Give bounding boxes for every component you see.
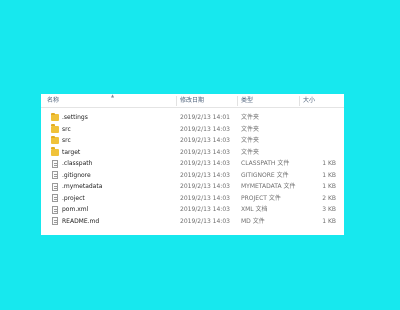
column-header-bar: ▲ 名称 修改日期 类型 大小 [41,93,344,108]
sort-caret-icon: ▲ [111,93,115,98]
file-explorer-window: ▲ 名称 修改日期 类型 大小 .settings 2019/2/13 14:0… [41,93,344,235]
file-type: 文件夹 [241,137,260,144]
file-row[interactable]: README.md 2019/2/13 14:03 MD 文件 1 KB [41,216,344,228]
file-date: 2019/2/13 14:03 [180,160,230,167]
column-divider[interactable] [237,96,238,106]
file-size: 3 KB [322,206,336,213]
file-icon [52,182,58,191]
file-name: target [62,148,81,156]
file-type: MD 文件 [241,217,265,225]
column-size-header[interactable]: 大小 [303,94,315,107]
file-date: 2019/2/13 14:03 [180,137,230,144]
file-size: 2 KB [322,194,336,202]
file-type: MYMETADATA 文件 [241,183,296,190]
file-name: .classpath [62,160,93,167]
file-type: 文件夹 [241,114,260,121]
file-row[interactable]: .settings 2019/2/13 14:01 文件夹 [41,112,344,124]
file-name: .gitignore [62,171,91,179]
file-row[interactable]: pom.xml 2019/2/13 14:03 XML 文档 3 KB [41,204,344,216]
column-size-label: 大小 [303,97,316,104]
file-name: .settings [62,114,88,121]
file-date: 2019/2/13 14:03 [180,125,230,133]
file-row[interactable]: .project 2019/2/13 14:03 PROJECT 文件 2 KB [41,193,344,205]
file-size: 1 KB [322,160,336,167]
file-row[interactable]: target 2019/2/13 14:03 文件夹 [41,147,344,159]
file-row[interactable]: .mymetadata 2019/2/13 14:03 MYMETADATA 文… [41,181,344,193]
file-name: src [62,125,71,133]
column-divider[interactable] [299,96,300,106]
folder-icon [51,135,59,144]
file-icon [52,171,58,179]
file-date: 2019/2/13 14:03 [180,217,230,225]
column-name-label: 名称 [47,97,60,104]
file-type: 文件夹 [241,125,260,133]
file-name: pom.xml [62,206,89,213]
folder-icon [51,147,59,156]
file-date: 2019/2/13 14:03 [180,183,230,190]
file-row[interactable]: src 2019/2/13 14:03 文件夹 [41,124,344,136]
file-list: .settings 2019/2/13 14:01 文件夹 src 2019/2… [41,112,344,227]
file-type: 文件夹 [241,148,260,156]
file-size: 1 KB [322,183,336,190]
file-row[interactable]: src 2019/2/13 14:03 文件夹 [41,135,344,147]
file-type: GITIGNORE 文件 [241,171,289,179]
file-row[interactable]: .gitignore 2019/2/13 14:03 GITIGNORE 文件 … [41,170,344,182]
file-size: 1 KB [322,217,336,225]
folder-icon [51,112,59,121]
file-size: 1 KB [322,171,336,179]
column-date-header[interactable]: 修改日期 [180,94,204,107]
column-type-label: 类型 [241,97,254,104]
file-type: PROJECT 文件 [241,194,281,202]
file-icon [52,194,58,202]
file-row[interactable]: .classpath 2019/2/13 14:03 CLASSPATH 文件 … [41,158,344,170]
file-name: .mymetadata [62,183,103,190]
file-date: 2019/2/13 14:03 [180,194,230,202]
folder-icon [51,124,59,133]
file-date: 2019/2/13 14:03 [180,206,230,213]
file-name: .project [62,194,85,202]
file-name: README.md [62,217,100,225]
file-icon [52,217,58,225]
file-date: 2019/2/13 14:03 [180,148,230,156]
column-date-label: 修改日期 [180,97,205,104]
column-name-header[interactable]: 名称 [47,94,59,107]
file-date: 2019/2/13 14:03 [180,171,230,179]
file-icon [52,205,58,214]
file-icon [52,159,58,168]
file-date: 2019/2/13 14:01 [180,114,230,121]
file-name: src [62,137,71,144]
file-type: CLASSPATH 文件 [241,160,290,167]
file-type: XML 文档 [241,206,268,213]
column-divider[interactable] [176,96,177,106]
column-type-header[interactable]: 类型 [241,94,253,107]
